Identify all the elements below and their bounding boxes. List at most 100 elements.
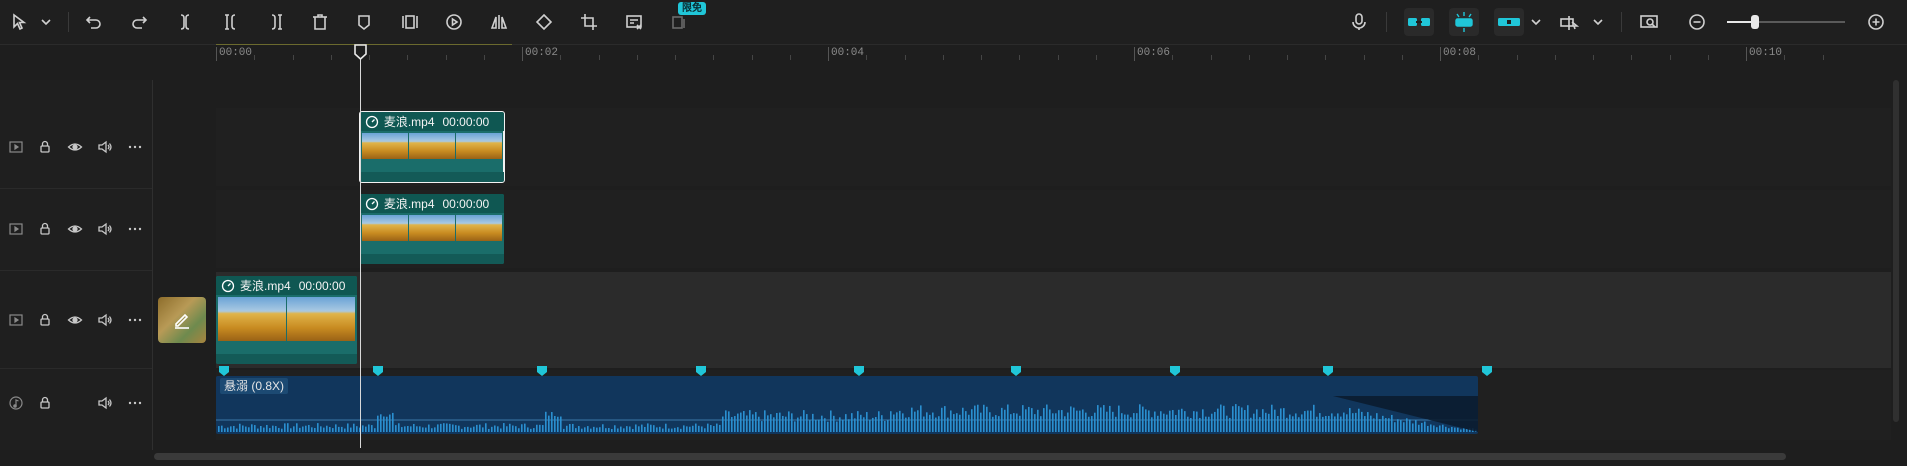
undo-icon[interactable] xyxy=(84,12,104,32)
select-pointer-icon[interactable] xyxy=(10,12,30,32)
lock-icon[interactable] xyxy=(37,312,53,328)
ruler-time-label: 00:04 xyxy=(831,47,865,59)
preview-axis-icon[interactable] xyxy=(1559,12,1579,32)
speaker-icon[interactable] xyxy=(97,221,113,237)
clip-duration: 00:00:00 xyxy=(298,278,346,293)
track-divider xyxy=(0,368,152,369)
microphone-icon[interactable] xyxy=(1349,12,1369,32)
clip-thumbnails xyxy=(361,215,502,241)
video-clip[interactable]: 麦浪.mp4 00:00:00 xyxy=(359,194,504,264)
split-right-icon[interactable] xyxy=(266,12,286,32)
zoom-in-icon[interactable] xyxy=(1866,12,1886,32)
fit-timeline-icon[interactable] xyxy=(1639,12,1659,32)
beat-marker[interactable] xyxy=(1170,366,1181,376)
ruler-minor-tick xyxy=(1631,55,1633,60)
toolbar-divider xyxy=(1386,12,1387,32)
playhead-line xyxy=(359,48,361,448)
lock-icon[interactable] xyxy=(37,221,53,237)
playhead-handle[interactable] xyxy=(354,44,367,60)
speaker-icon[interactable] xyxy=(97,139,113,155)
time-ruler[interactable]: 00:00 00:02 00:04 00:06 00:08 00:10 xyxy=(216,44,1891,64)
video-clip[interactable]: 麦浪.mp4 00:00:00 xyxy=(358,111,505,183)
more-icon[interactable] xyxy=(127,312,143,328)
clip-thumbnails xyxy=(361,133,502,159)
chevron-down-icon[interactable] xyxy=(1526,12,1541,32)
beat-marker[interactable] xyxy=(218,366,229,376)
smart-cutout-icon[interactable] xyxy=(669,12,689,32)
speed-icon xyxy=(365,197,379,211)
linkage-icon[interactable] xyxy=(1494,8,1524,36)
ruler-minor-tick xyxy=(1363,55,1365,60)
beat-marker[interactable] xyxy=(1011,366,1022,376)
freeze-frame-icon[interactable] xyxy=(400,12,420,32)
mirror-icon[interactable] xyxy=(489,12,509,32)
clip-thumbnails xyxy=(218,297,355,341)
audio-clip[interactable]: 悬溺 (0.8X) xyxy=(216,376,1479,434)
speed-icon xyxy=(221,279,235,293)
beat-marker[interactable] xyxy=(536,366,547,376)
zoom-slider[interactable] xyxy=(1727,15,1845,29)
speaker-icon[interactable] xyxy=(97,395,113,411)
toolbar-divider xyxy=(1621,12,1622,32)
cover-thumbnail[interactable] xyxy=(158,297,206,343)
clip-name: 麦浪.mp4 xyxy=(240,279,291,293)
eye-icon[interactable] xyxy=(67,221,83,237)
edit-cover-icon[interactable] xyxy=(624,12,644,32)
reverse-play-icon[interactable] xyxy=(444,12,464,32)
delete-icon[interactable] xyxy=(310,12,330,32)
ruler-minor-tick xyxy=(1822,55,1824,60)
beat-marker[interactable] xyxy=(853,366,864,376)
chevron-down-icon[interactable] xyxy=(1588,12,1603,32)
ruler-minor-tick xyxy=(330,55,332,60)
ruler-time-label: 00:08 xyxy=(1443,47,1477,59)
ruler-major-tick xyxy=(1440,47,1441,61)
video-track-icon xyxy=(8,221,24,237)
zoom-slider-thumb[interactable] xyxy=(1751,15,1760,29)
ruler-major-tick xyxy=(1746,47,1747,61)
crop-icon[interactable] xyxy=(579,12,599,32)
vertical-scrollbar[interactable] xyxy=(1893,80,1899,422)
ruler-minor-tick xyxy=(904,55,906,60)
main-track-magnet-icon[interactable] xyxy=(1404,8,1434,36)
track-lane-video-1-main xyxy=(216,272,1891,368)
lock-icon[interactable] xyxy=(37,139,53,155)
audio-track-icon xyxy=(8,395,24,411)
clip-header: 麦浪.mp4 00:00:00 xyxy=(359,112,504,131)
ruler-minor-tick xyxy=(675,55,676,60)
ruler-major-tick xyxy=(216,47,217,61)
split-icon[interactable] xyxy=(175,12,195,32)
split-left-icon[interactable] xyxy=(221,12,241,32)
clip-header: 麦浪.mp4 00:00:00 xyxy=(216,276,357,295)
rotate-icon[interactable] xyxy=(534,12,554,32)
thumbnail-frame xyxy=(408,133,455,159)
eye-icon[interactable] xyxy=(67,139,83,155)
free-badge: 限免 xyxy=(678,2,706,15)
beat-marker[interactable] xyxy=(1323,366,1334,376)
zoom-out-icon[interactable] xyxy=(1687,12,1707,32)
horizontal-scrollbar[interactable] xyxy=(154,453,1786,460)
ruler-major-tick xyxy=(1134,47,1135,61)
track-divider xyxy=(0,270,152,271)
clip-duration: 00:00:00 xyxy=(442,196,490,211)
ruler-minor-tick xyxy=(1172,55,1174,60)
auto-snap-icon[interactable] xyxy=(1449,8,1479,36)
chevron-down-icon[interactable] xyxy=(36,12,51,32)
more-icon[interactable] xyxy=(127,221,143,237)
video-track-icon xyxy=(8,312,24,328)
lock-icon[interactable] xyxy=(37,395,53,411)
beat-marker[interactable] xyxy=(696,366,706,376)
marker-icon[interactable] xyxy=(354,12,374,32)
ruler-minor-tick xyxy=(1593,55,1594,60)
more-icon[interactable] xyxy=(127,139,143,155)
clip-name: 麦浪.mp4 xyxy=(383,115,435,129)
speaker-icon[interactable] xyxy=(97,312,113,328)
more-icon[interactable] xyxy=(127,395,143,411)
ruler-minor-tick xyxy=(1057,55,1059,60)
beat-marker[interactable] xyxy=(373,366,384,376)
redo-icon[interactable] xyxy=(129,12,149,32)
video-clip[interactable]: 麦浪.mp4 00:00:00 xyxy=(216,276,357,364)
eye-icon[interactable] xyxy=(67,312,83,328)
beat-marker[interactable] xyxy=(1482,366,1493,376)
track-header-video-3 xyxy=(0,108,152,186)
ruler-minor-tick xyxy=(1287,55,1288,60)
